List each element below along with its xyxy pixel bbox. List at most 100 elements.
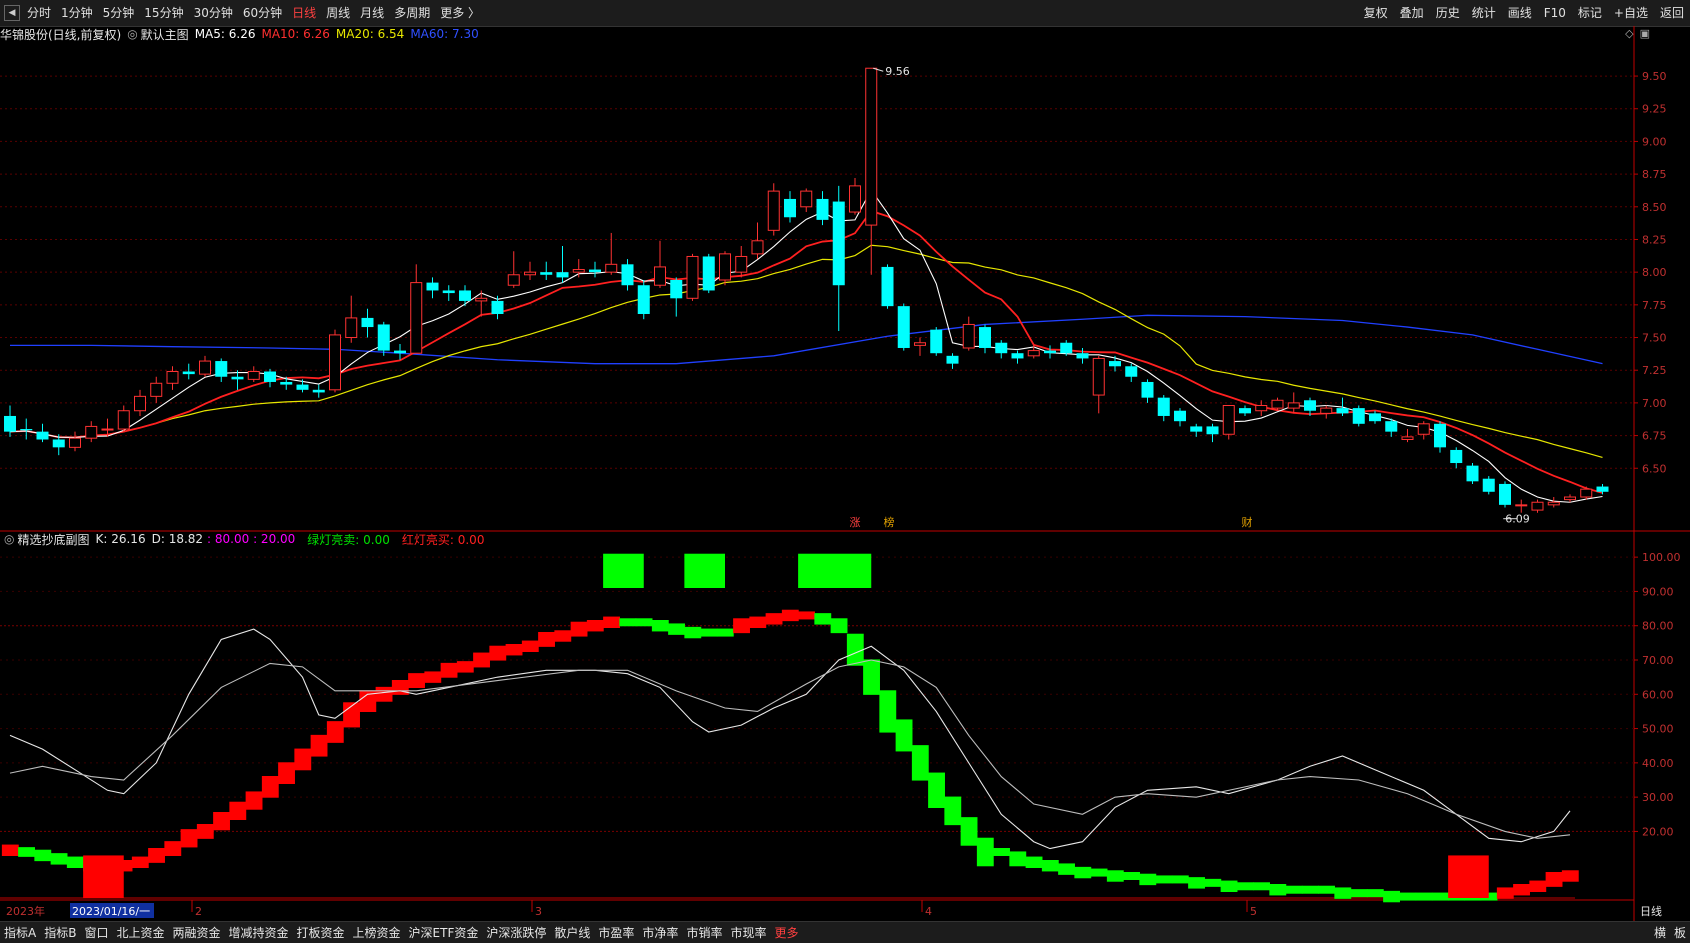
period-tab-8[interactable]: 月线 [355,0,389,26]
indicator-tab-5[interactable]: 增减持资金 [225,924,293,941]
candle-body [784,198,796,218]
indicator-tab-13[interactable]: 市销率 [682,924,726,941]
period-tab-2[interactable]: 5分钟 [98,0,140,26]
osc-band-block [245,791,263,810]
indicator-tab-2[interactable]: 窗口 [80,924,112,941]
indicator-tab-3[interactable]: 北上资金 [112,924,168,941]
indicator-tab-1[interactable]: 指标B [40,924,80,941]
osc-tick-label: 70.00 [1642,654,1674,667]
buy-signal-bar [1448,855,1489,898]
event-marker: 财 [1242,515,1253,529]
indicator-tab-9[interactable]: 沪深涨跌停 [482,924,550,941]
period-tab-7[interactable]: 周线 [321,0,355,26]
candle-body [654,266,666,286]
period-tab-0[interactable]: 分时 [22,0,56,26]
candle-body [1417,423,1430,435]
period-tab-9[interactable]: 多周期 [389,0,435,26]
osc-band-block [1236,882,1254,891]
function-button-5[interactable]: F10 [1538,0,1572,26]
osc-band-block [180,829,198,848]
candle-body [1547,501,1560,506]
osc-band-block [1399,892,1417,901]
candle-body [1287,402,1300,409]
function-button-2[interactable]: 历史 [1430,0,1466,26]
osc-band-block [1220,880,1238,892]
indicator-tab-7[interactable]: 上榜资金 [349,924,405,941]
indicator-tab-11[interactable]: 市盈率 [594,924,638,941]
function-button-4[interactable]: 画线 [1502,0,1538,26]
period-tab-5[interactable]: 60分钟 [238,0,287,26]
indicator-tab-14[interactable]: 市现率 [726,924,770,941]
stock-chart[interactable]: 6.50 6.75 7.00 7.25 7.50 7.75 8.00 8.25 8.50 8.75… [0,26,1690,921]
osc-band-block [1171,875,1189,884]
osc-band-block [1188,877,1205,889]
candle [816,191,829,226]
osc-band-block [619,618,637,627]
osc-band-block [1496,887,1514,899]
osc-band-block [261,776,279,798]
candle [329,329,341,393]
function-button-8[interactable]: 返回 [1654,0,1690,26]
candle [507,251,520,288]
period-tab-6[interactable]: 日线 [287,0,321,26]
candle-body [1125,366,1138,377]
price-tick-label: 8.75 [1642,168,1667,181]
candle [312,384,325,398]
candle-body [751,240,764,255]
period-tab-3[interactable]: 15分钟 [139,0,188,26]
candle [1287,392,1300,414]
candle [767,183,780,236]
function-button-7[interactable]: +自选 [1608,0,1654,26]
indicator-tab-list: 指标A 指标B 窗口 北上资金 两融资金 增减持资金 打板资金 上榜资金 沪深ETF资金 沪深涨跌… [0,924,802,941]
month-label: 3 [535,905,542,918]
candle-body [459,290,471,301]
candle [410,264,423,354]
candle-body [995,342,1008,354]
candle [589,261,601,278]
candle-body [296,384,309,390]
osc-band-block [749,616,767,628]
indicator-tab-8[interactable]: 沪深ETF资金 [405,924,483,941]
candle-body [897,306,910,348]
function-button-1[interactable]: 叠加 [1394,0,1430,26]
osc-band-block [781,609,799,622]
candle [491,295,504,320]
period-tab-1[interactable]: 1分钟 [56,0,98,26]
indicator-tab-12[interactable]: 市净率 [638,924,682,941]
function-button-0[interactable]: 复权 [1358,0,1394,26]
candle-body [605,263,618,273]
candle [1385,418,1398,437]
candle [85,421,98,443]
layout-toggle-1[interactable]: 板 [1670,924,1690,941]
collapse-icon[interactable]: ◀ [4,5,20,21]
osc-band-block [1285,885,1303,894]
function-button-3[interactable]: 统计 [1466,0,1502,26]
osc-band-block [1058,863,1075,875]
osc-band-block [1269,884,1287,896]
candle-body [20,429,33,431]
indicator-tab-15[interactable]: 更多 [770,924,802,941]
candle [1092,355,1105,414]
function-button-6[interactable]: 标记 [1572,0,1608,26]
indicator-tab-6[interactable]: 打板资金 [293,924,349,941]
osc-band-block [863,659,880,695]
candle [621,259,634,291]
candle [881,264,894,309]
candle-body [182,371,195,375]
osc-band-block [538,632,555,647]
candle [1417,421,1430,440]
candle-body [702,256,715,291]
layout-toggle-0[interactable]: 横 [1650,924,1670,941]
candle-body [329,334,341,391]
candle [1352,405,1365,427]
indicator-tab-10[interactable]: 散户线 [550,924,594,941]
period-tab-4[interactable]: 30分钟 [189,0,238,26]
candle-body [377,324,390,351]
indicator-tab-0[interactable]: 指标A [0,924,40,941]
candle-body [491,300,504,314]
price-tick-label: 7.75 [1642,299,1667,312]
candle [1434,421,1446,453]
period-tab-10[interactable]: 更多 〉 [435,0,485,26]
indicator-tab-4[interactable]: 两融资金 [168,924,224,941]
sell-signal-bar [798,553,872,588]
